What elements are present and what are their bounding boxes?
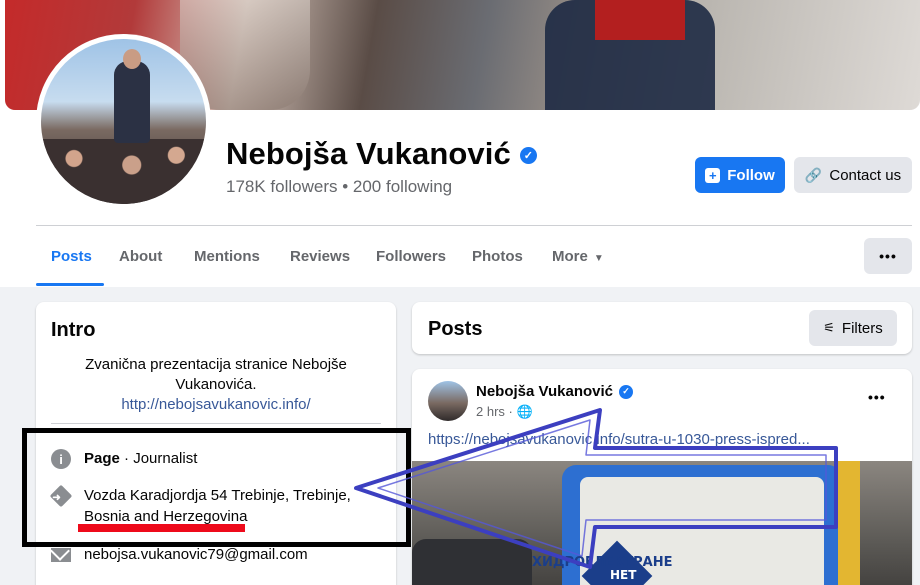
annotation-arrow [354, 408, 838, 569]
